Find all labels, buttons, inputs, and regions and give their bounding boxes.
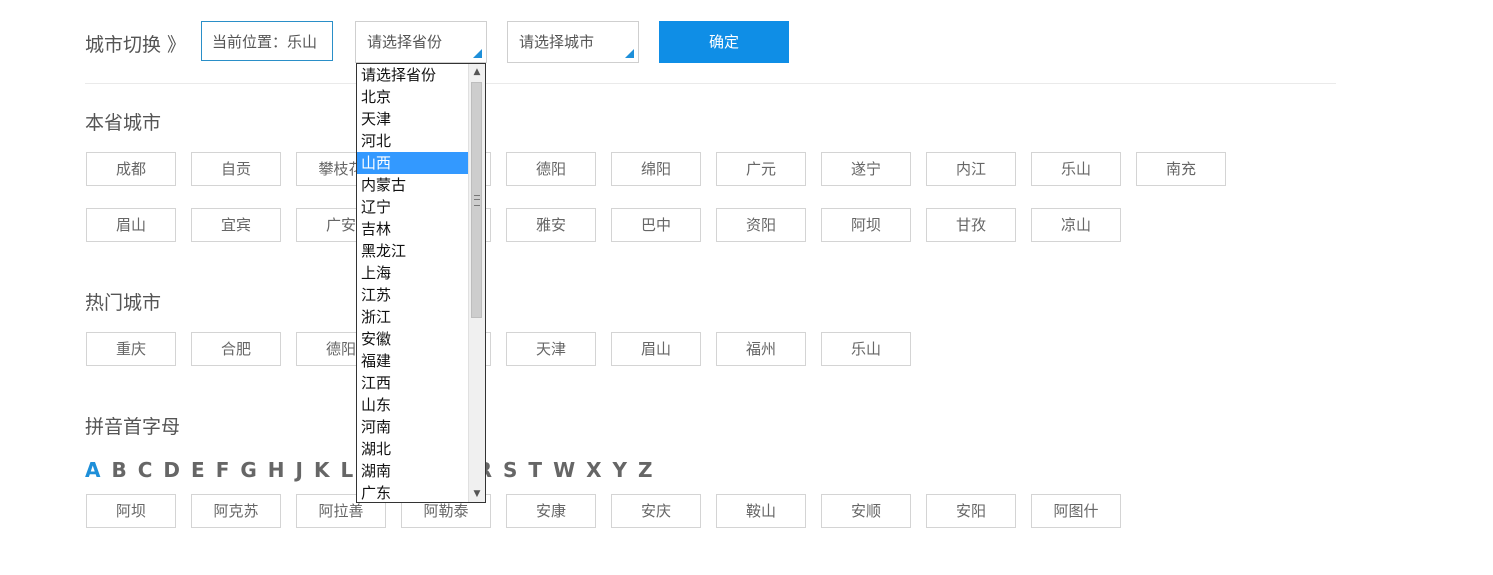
letter-z[interactable]: Z <box>638 458 653 482</box>
province-option[interactable]: 天津 <box>357 108 470 130</box>
city-button[interactable]: 鞍山 <box>716 494 806 528</box>
province-option[interactable]: 北京 <box>357 86 470 108</box>
city-button[interactable]: 德阳 <box>506 152 596 186</box>
city-button[interactable]: 宜宾 <box>191 208 281 242</box>
letter-d[interactable]: D <box>163 458 180 482</box>
city-button[interactable]: 安庆 <box>611 494 701 528</box>
city-button[interactable]: 重庆 <box>86 332 176 366</box>
province-option[interactable]: 内蒙古 <box>357 174 470 196</box>
province-option[interactable]: 浙江 <box>357 306 470 328</box>
city-button[interactable]: 甘孜 <box>926 208 1016 242</box>
letter-b[interactable]: B <box>111 458 126 482</box>
city-button[interactable]: 安阳 <box>926 494 1016 528</box>
city-select[interactable]: 请选择城市 <box>507 21 639 63</box>
city-button[interactable]: 眉山 <box>611 332 701 366</box>
city-button[interactable]: 乐山 <box>821 332 911 366</box>
dropdown-corner-icon <box>625 49 634 58</box>
current-position: 当前位置：乐山 <box>201 21 333 61</box>
province-option[interactable]: 上海 <box>357 262 470 284</box>
city-button[interactable]: 阿坝 <box>86 494 176 528</box>
dropdown-scrollbar[interactable]: ▲ ▼ <box>468 64 485 502</box>
letter-j[interactable]: J <box>296 458 303 482</box>
letter-a[interactable]: A <box>85 458 100 482</box>
city-button[interactable]: 阿克苏 <box>191 494 281 528</box>
pinyin-title: 拼音首字母 <box>85 416 181 438</box>
province-option[interactable]: 湖北 <box>357 438 470 460</box>
city-button[interactable]: 遂宁 <box>821 152 911 186</box>
city-button[interactable]: 乐山 <box>1031 152 1121 186</box>
letter-t[interactable]: T <box>528 458 542 482</box>
province-select[interactable]: 请选择省份 <box>355 21 487 63</box>
province-option[interactable]: 山东 <box>357 394 470 416</box>
city-select-value: 请选择城市 <box>519 33 595 51</box>
letter-l[interactable]: L <box>341 458 354 482</box>
letter-k[interactable]: K <box>314 458 330 482</box>
province-option[interactable]: 山西 <box>357 152 470 174</box>
scroll-down-icon[interactable]: ▼ <box>469 486 485 502</box>
city-button[interactable]: 天津 <box>506 332 596 366</box>
province-option[interactable]: 广东 <box>357 482 470 502</box>
province-option[interactable]: 江苏 <box>357 284 470 306</box>
province-option[interactable]: 河北 <box>357 130 470 152</box>
scroll-up-icon[interactable]: ▲ <box>469 64 485 80</box>
city-switch-label: 城市切换 》 <box>85 34 187 56</box>
city-button[interactable]: 巴中 <box>611 208 701 242</box>
city-button[interactable]: 自贡 <box>191 152 281 186</box>
letter-s[interactable]: S <box>503 458 517 482</box>
city-button[interactable]: 广元 <box>716 152 806 186</box>
province-option[interactable]: 黑龙江 <box>357 240 470 262</box>
province-cities-title: 本省城市 <box>85 112 162 134</box>
city-button[interactable]: 阿图什 <box>1031 494 1121 528</box>
city-button[interactable]: 凉山 <box>1031 208 1121 242</box>
city-button[interactable]: 成都 <box>86 152 176 186</box>
letter-f[interactable]: F <box>216 458 230 482</box>
city-button[interactable]: 雅安 <box>506 208 596 242</box>
letter-c[interactable]: C <box>138 458 153 482</box>
city-button[interactable]: 福州 <box>716 332 806 366</box>
confirm-button[interactable]: 确定 <box>659 21 789 63</box>
province-option[interactable]: 湖南 <box>357 460 470 482</box>
city-button[interactable]: 合肥 <box>191 332 281 366</box>
divider <box>85 83 1336 84</box>
letter-g[interactable]: G <box>240 458 256 482</box>
letter-x[interactable]: X <box>586 458 601 482</box>
province-option[interactable]: 吉林 <box>357 218 470 240</box>
city-button[interactable]: 绵阳 <box>611 152 701 186</box>
letter-e[interactable]: E <box>191 458 205 482</box>
province-dropdown-list[interactable]: 请选择省份 北京 天津 河北 山西 内蒙古 辽宁 吉林 黑龙江 上海 江苏 浙江 安徽 福建 江西 山东 河南湖… <box>356 63 486 503</box>
province-option[interactable]: 江西 <box>357 372 470 394</box>
city-button[interactable]: 资阳 <box>716 208 806 242</box>
letter-y[interactable]: Y <box>613 458 627 482</box>
city-button[interactable]: 安顺 <box>821 494 911 528</box>
letter-w[interactable]: W <box>553 458 575 482</box>
hot-cities-title: 热门城市 <box>85 292 162 314</box>
province-option[interactable]: 辽宁 <box>357 196 470 218</box>
province-option[interactable]: 请选择省份 <box>357 64 470 86</box>
city-button[interactable]: 南充 <box>1136 152 1226 186</box>
province-select-value: 请选择省份 <box>367 33 443 51</box>
scroll-thumb[interactable] <box>471 82 482 318</box>
city-button[interactable]: 安康 <box>506 494 596 528</box>
province-option[interactable]: 安徽 <box>357 328 470 350</box>
city-button[interactable]: 眉山 <box>86 208 176 242</box>
province-option[interactable]: 福建 <box>357 350 470 372</box>
dropdown-corner-icon <box>473 49 482 58</box>
letter-h[interactable]: H <box>268 458 285 482</box>
city-button[interactable]: 内江 <box>926 152 1016 186</box>
city-button[interactable]: 阿坝 <box>821 208 911 242</box>
province-option[interactable]: 河南 <box>357 416 470 438</box>
